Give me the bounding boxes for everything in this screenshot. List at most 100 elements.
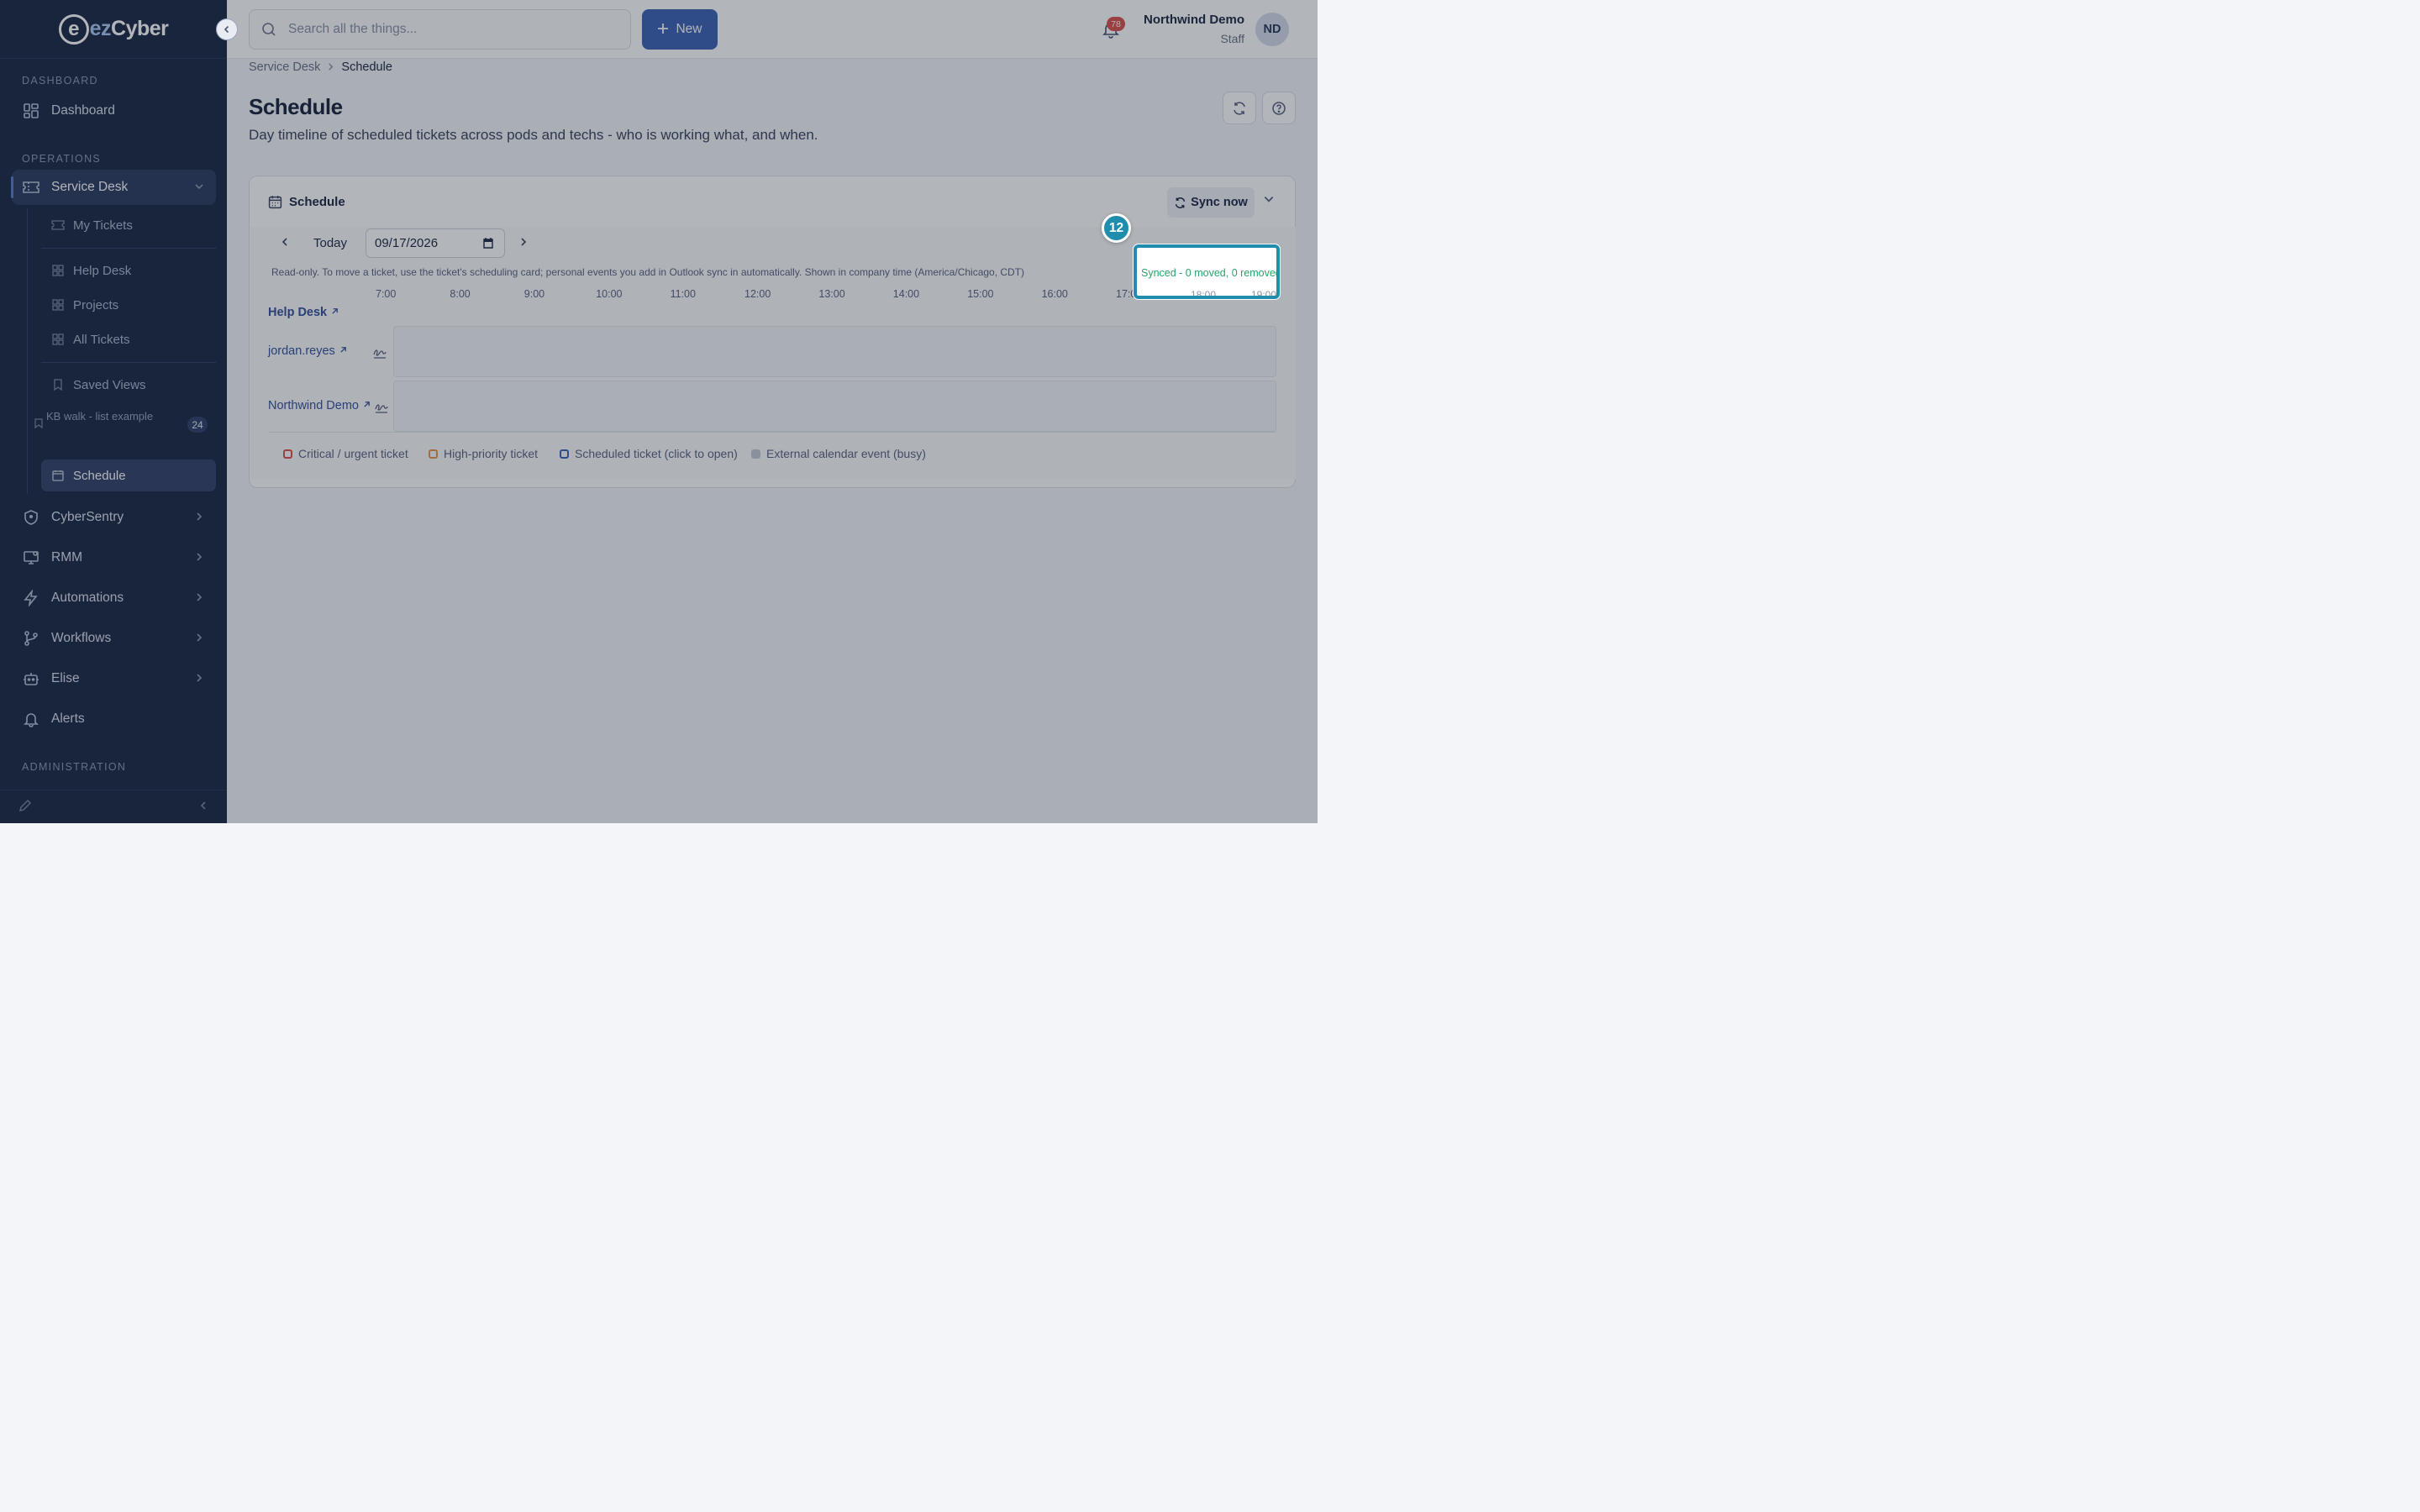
sidebar-item-help-desk[interactable]: Help Desk	[41, 255, 216, 286]
legend-label: External calendar event (busy)	[766, 447, 926, 460]
sidebar-item-label: My Tickets	[73, 218, 133, 233]
chevron-down-icon[interactable]	[1263, 193, 1275, 205]
legend-swatch	[751, 449, 760, 459]
grid-icon	[22, 102, 40, 120]
help-button[interactable]	[1262, 92, 1296, 124]
sidebar-item-label: Help Desk	[73, 263, 132, 278]
logo-cyber: Cyber	[111, 17, 169, 40]
legend-swatch	[283, 449, 292, 459]
logo[interactable]: e ez Cyber	[0, 0, 227, 59]
sidebar-item-service-desk[interactable]: Service Desk	[11, 170, 216, 205]
sidebar-item-label: RMM	[51, 550, 83, 564]
avatar[interactable]: ND	[1255, 13, 1289, 46]
sidebar-item-dashboard[interactable]: Dashboard	[12, 93, 216, 129]
external-link-icon	[339, 346, 347, 356]
divider	[41, 248, 216, 249]
date-value: 09/17/2026	[375, 236, 439, 250]
page-subtitle: Day timeline of scheduled tickets across…	[249, 127, 818, 143]
chevron-right-icon	[194, 632, 204, 645]
help-icon	[1272, 101, 1286, 115]
sidebar-item-alerts[interactable]: Alerts	[12, 701, 216, 737]
schedule-note: Read-only. To move a ticket, use the tic…	[271, 266, 1025, 278]
bookmark-icon	[34, 418, 43, 431]
chevron-left-icon[interactable]	[198, 800, 208, 814]
sync-status-message: Synced - 0 moved, 0 removed	[1141, 267, 1280, 279]
sidebar-item-my-tickets[interactable]: My Tickets	[41, 209, 216, 241]
external-link-icon	[331, 307, 339, 318]
user-role: Staff	[1220, 32, 1244, 45]
previous-day-button[interactable]	[280, 236, 290, 248]
bell-icon	[22, 710, 40, 728]
count-badge: 24	[187, 417, 208, 433]
external-link-icon	[363, 401, 371, 411]
chevron-right-icon	[194, 591, 204, 605]
tour-step-badge: 12	[1102, 213, 1131, 243]
breadcrumb-current: Schedule	[341, 60, 392, 74]
hour-label: 10:00	[596, 288, 623, 300]
sidebar-item-automations[interactable]: Automations	[12, 580, 216, 616]
saved-view-item[interactable]: KB walk - list example 24	[27, 402, 208, 444]
breadcrumb-link-service-desk[interactable]: Service Desk	[249, 60, 320, 74]
shield-icon	[22, 508, 40, 527]
logo-text: e ez Cyber	[58, 13, 169, 45]
sidebar-item-label: Projects	[73, 297, 119, 312]
hour-label: 11:00	[670, 288, 696, 300]
sidebar-item-label: Alerts	[51, 711, 85, 726]
legend-label: Critical / urgent ticket	[298, 447, 408, 460]
tech-name: jordan.reyes	[268, 344, 335, 358]
sidebar-collapse-button[interactable]	[216, 18, 238, 40]
group-label: Help Desk	[268, 306, 328, 319]
tour-highlight-sync-status: Synced - 0 moved, 0 removed 18:00 19:00	[1134, 244, 1280, 299]
signature-icon[interactable]	[375, 402, 388, 413]
user-name[interactable]: Northwind Demo	[1144, 13, 1244, 27]
grid-icon	[51, 264, 65, 277]
hour-label: 15:00	[967, 288, 994, 300]
pencil-icon[interactable]	[18, 799, 32, 816]
card-title: Schedule	[289, 194, 345, 209]
chevron-right-icon	[194, 511, 204, 524]
hour-label: 9:00	[523, 288, 545, 300]
sidebar-item-label: Elise	[51, 671, 80, 685]
sync-now-button[interactable]: Sync now	[1167, 187, 1255, 218]
sidebar-item-label: Service Desk	[51, 180, 129, 194]
legend-divider	[268, 432, 1276, 433]
tech-link-jordan-reyes[interactable]: jordan.reyes	[268, 344, 347, 358]
hour-label: 7:00	[376, 288, 397, 300]
sidebar-item-schedule[interactable]: Schedule	[41, 459, 216, 491]
sidebar-item-projects[interactable]: Projects	[41, 289, 216, 321]
plus-icon	[657, 20, 669, 39]
chevron-right-icon	[194, 551, 204, 564]
signature-icon[interactable]	[373, 347, 387, 359]
new-button-label: New	[676, 22, 702, 36]
schedule-lane-jordan-reyes	[393, 326, 1276, 377]
sidebar-item-label: Schedule	[73, 468, 126, 483]
tech-link-northwind-demo[interactable]: Northwind Demo	[268, 399, 371, 412]
calendar-icon	[51, 469, 65, 482]
sidebar-item-all-tickets[interactable]: All Tickets	[41, 323, 216, 355]
hour-label: 14:00	[892, 288, 920, 300]
sidebar-item-elise[interactable]: Elise	[12, 661, 216, 696]
sidebar-item-cybersentry[interactable]: CyberSentry	[12, 500, 216, 535]
new-button[interactable]: New	[642, 9, 718, 50]
bookmark-icon	[51, 378, 65, 391]
saved-view-label: KB walk - list example	[46, 410, 154, 423]
search-input[interactable]: Search all the things...	[249, 9, 631, 50]
refresh-icon	[1234, 101, 1245, 115]
legend-swatch	[429, 449, 438, 459]
ticket-icon	[22, 178, 40, 197]
calendar-icon[interactable]	[482, 237, 494, 249]
sidebar-item-rmm[interactable]: RMM	[12, 540, 216, 575]
date-input[interactable]: 09/17/2026	[366, 228, 505, 258]
tech-name: Northwind Demo	[268, 399, 359, 412]
legend-item-scheduled: Scheduled ticket (click to open)	[560, 447, 738, 460]
refresh-button[interactable]	[1223, 92, 1256, 124]
sidebar-item-saved-views[interactable]: Saved Views	[41, 369, 216, 401]
legend-label: High-priority ticket	[444, 447, 539, 460]
next-day-button[interactable]	[518, 236, 529, 248]
group-link-help-desk[interactable]: Help Desk	[268, 306, 339, 319]
robot-icon	[22, 669, 40, 688]
today-button[interactable]: Today	[313, 236, 347, 250]
chevron-right-icon	[521, 238, 527, 246]
sidebar-item-workflows[interactable]: Workflows	[12, 621, 216, 656]
sidebar-item-label: CyberSentry	[51, 510, 124, 524]
